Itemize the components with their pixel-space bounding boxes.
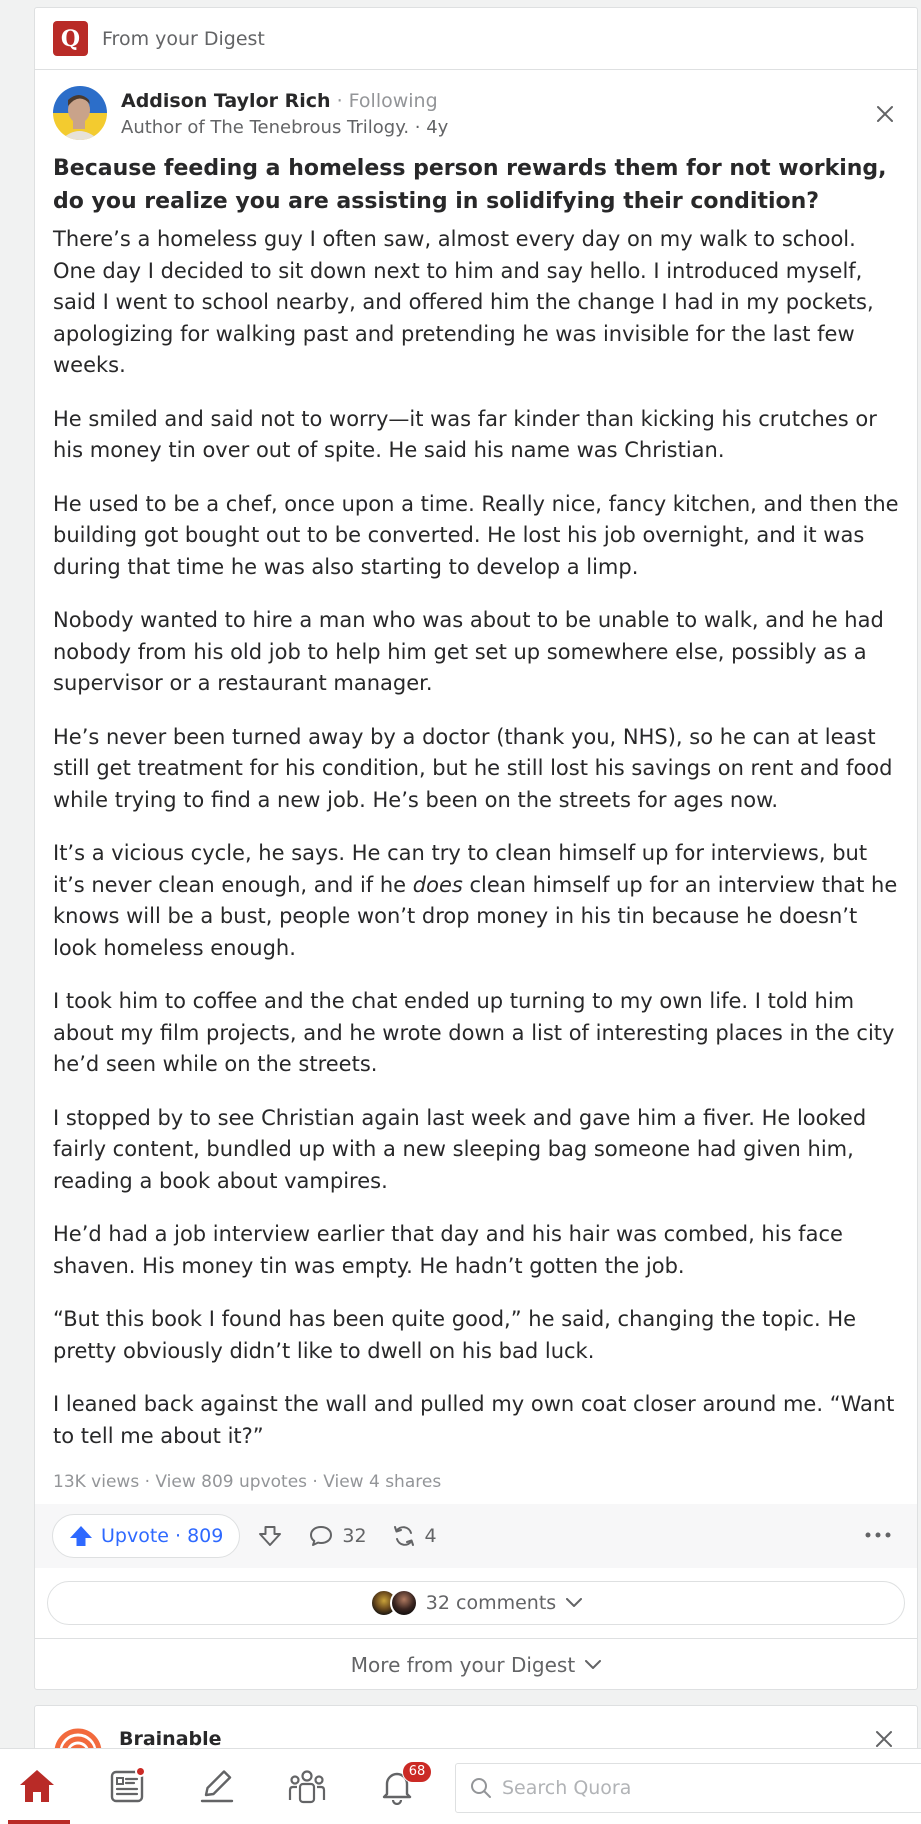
downvote-button[interactable]: [256, 1522, 284, 1550]
answer-paragraph: “But this book I found has been quite go…: [53, 1307, 857, 1363]
bottom-navigation: 68: [0, 1748, 921, 1824]
emphasis-text: does: [412, 872, 463, 897]
answer-paragraph: It’s a vicious cycle, he says. He can tr…: [53, 838, 903, 964]
chevron-down-icon: [566, 1598, 583, 1607]
answer-stats: 13K views · View 809 upvotes · View 4 sh…: [53, 1468, 899, 1496]
answer-paragraph: He smiled and said not to worry—it was f…: [53, 406, 877, 463]
nav-following[interactable]: [102, 1761, 152, 1811]
nav-answer[interactable]: [192, 1761, 242, 1811]
digest-header: Q From your Digest: [35, 8, 917, 70]
comments-toggle-button[interactable]: 32 comments: [47, 1581, 905, 1625]
answer-paragraph: There’s a homeless guy I often saw, almo…: [53, 227, 874, 377]
nav-home[interactable]: [12, 1761, 62, 1811]
answer-body: There’s a homeless guy I often saw, almo…: [53, 224, 903, 1452]
sponsor-name[interactable]: Brainable: [119, 1728, 222, 1750]
comment-icon: [310, 1526, 333, 1546]
view-shares-link[interactable]: View 4 shares: [323, 1472, 441, 1492]
separator: ·: [307, 1472, 324, 1492]
more-from-digest-button[interactable]: More from your Digest: [35, 1638, 917, 1690]
view-upvotes-link[interactable]: View 809 upvotes: [155, 1472, 307, 1492]
comment-count: 32: [342, 1525, 367, 1547]
edit-pencil-icon: [200, 1770, 234, 1803]
separator: ·: [139, 1472, 156, 1492]
answer-paragraph: He used to be a chef, once upon a time. …: [53, 491, 899, 579]
comment-button[interactable]: 32: [308, 1524, 367, 1548]
search-input[interactable]: [502, 1777, 902, 1799]
following-status[interactable]: · Following: [337, 90, 438, 112]
upvote-arrow-icon: [70, 1526, 92, 1546]
views-count: 13K views: [53, 1472, 140, 1492]
answer-paragraph: I leaned back against the wall and pulle…: [53, 1392, 895, 1448]
search-icon: [471, 1778, 491, 1798]
downvote-arrow-icon: [259, 1526, 282, 1546]
upvote-button[interactable]: Upvote · 809: [52, 1514, 241, 1558]
answer-paragraph: I took him to coffee and the chat ended …: [53, 989, 895, 1076]
action-bar: Upvote · 809 32 4: [35, 1504, 917, 1568]
answer-paragraph: Nobody wanted to hire a man who was abou…: [53, 608, 884, 695]
commenter-avatar: [389, 1589, 418, 1617]
active-tab-indicator: [8, 1820, 70, 1824]
author-row: Addison Taylor Rich · Following Author o…: [53, 86, 899, 140]
reshare-icon: [393, 1526, 414, 1546]
answer-paragraph: I stopped by to see Christian again last…: [53, 1105, 867, 1193]
more-options-icon[interactable]: [865, 1524, 891, 1543]
answer-paragraph: He’d had a job interview earlier that da…: [53, 1222, 843, 1278]
share-button[interactable]: 4: [391, 1524, 437, 1548]
answer-paragraph: He’s never been turned away by a doctor …: [53, 724, 893, 812]
answer-post: Addison Taylor Rich · Following Author o…: [35, 86, 917, 1496]
close-icon[interactable]: [873, 102, 897, 126]
quora-logo-icon: Q: [53, 21, 88, 56]
spaces-people-icon: [288, 1770, 326, 1804]
digest-label: From your Digest: [102, 27, 265, 50]
feed-card: Q From your Digest Addison Taylor Rich ·…: [34, 7, 918, 1690]
upvote-label: Upvote · 809: [101, 1525, 224, 1547]
author-name[interactable]: Addison Taylor Rich: [121, 90, 331, 112]
author-avatar[interactable]: [53, 86, 107, 140]
notification-badge: 68: [402, 1761, 432, 1783]
share-count: 4: [424, 1525, 437, 1547]
nav-spaces[interactable]: [282, 1761, 332, 1811]
search-bar[interactable]: [455, 1763, 921, 1813]
unread-dot: [135, 1766, 146, 1777]
comments-count-label: 32 comments: [425, 1592, 557, 1614]
author-credential: Author of The Tenebrous Trilogy. · 4y: [121, 117, 449, 138]
chevron-down-icon: [585, 1659, 602, 1669]
home-icon: [20, 1770, 54, 1802]
more-from-digest-label: More from your Digest: [350, 1652, 576, 1677]
nav-notifications[interactable]: 68: [372, 1761, 432, 1811]
question-title[interactable]: Because feeding a homeless person reward…: [53, 152, 903, 218]
